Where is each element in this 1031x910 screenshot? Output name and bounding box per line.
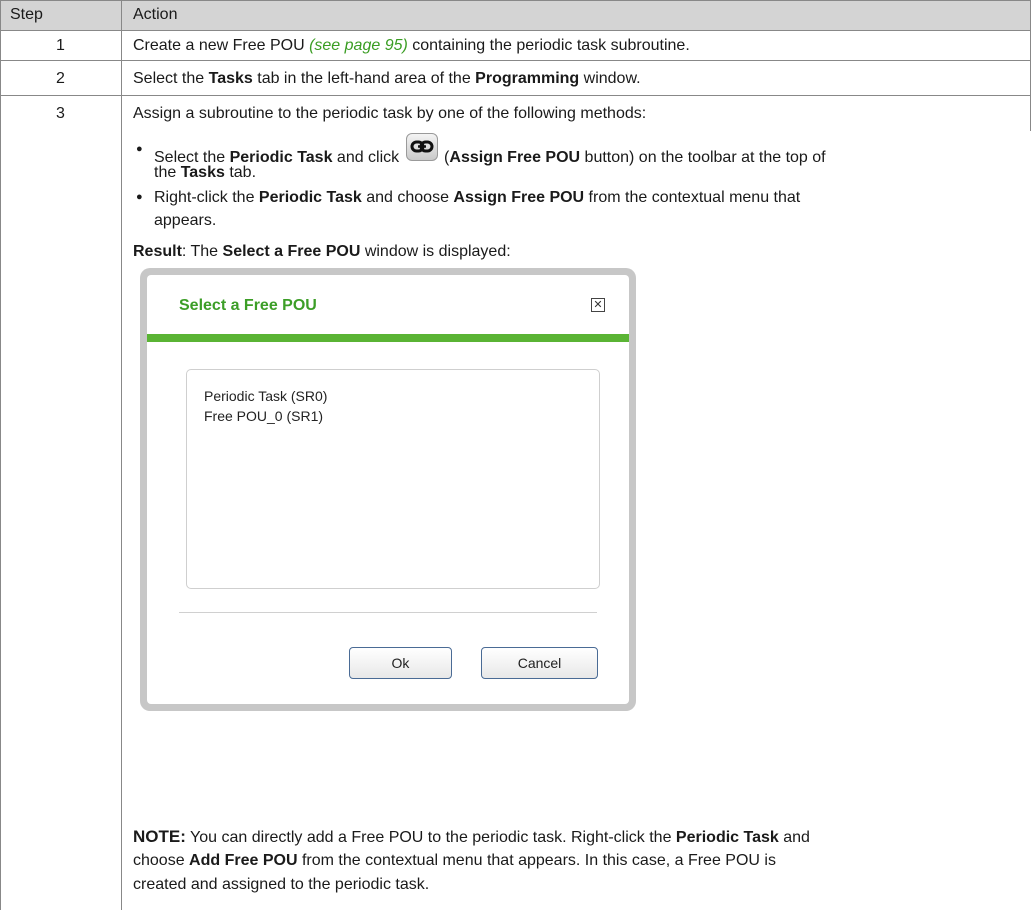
row1-action: Create a new Free POU (see page 95) cont… [133,37,690,54]
note-line1: NOTE: You can directly add a Free POU to… [133,827,810,846]
select-free-pou-dialog: Select a Free POU ✕ Periodic Task (SR0) … [140,268,636,711]
ok-button[interactable]: Ok [349,647,452,679]
page-link[interactable]: (see page 95) [309,37,408,54]
header-action: Action [133,6,178,23]
cancel-button[interactable]: Cancel [481,647,598,679]
note-line2: choose Add Free POU from the contextual … [133,852,776,869]
list-item[interactable]: Free POU_0 (SR1) [204,406,599,426]
step-number-3: 3 [56,105,65,122]
note-line3: created and assigned to the periodic tas… [133,876,430,893]
row-divider-2 [0,95,1031,96]
list-item[interactable]: Periodic Task (SR0) [204,386,599,406]
bullet1-line2: the Tasks tab. [154,164,257,181]
pou-listbox[interactable]: Periodic Task (SR0) Free POU_0 (SR1) [186,369,600,589]
step-number-2: 2 [56,70,65,87]
row-divider-1 [0,60,1031,61]
result-line: Result: The Select a Free POU window is … [133,243,511,260]
row2-action: Select the Tasks tab in the left-hand ar… [133,70,641,87]
left-border [0,0,1,910]
bullet-dot: ● [136,143,143,155]
link-icon [405,133,438,161]
dialog-divider [179,612,597,613]
dialog-body: Select a Free POU ✕ Periodic Task (SR0) … [147,275,629,704]
bullet2-line2: appears. [154,212,217,229]
dialog-title: Select a Free POU [179,297,317,314]
step-number-1: 1 [56,37,65,54]
header-step: Step [10,6,43,23]
bullet-dot: ● [136,191,143,203]
bullet2-line1: Right-click the Periodic Task and choose… [154,189,801,206]
col-divider [121,0,122,910]
row3-intro: Assign a subroutine to the periodic task… [133,105,647,122]
dialog-title-bar-accent [147,334,629,342]
close-icon[interactable]: ✕ [591,298,605,312]
